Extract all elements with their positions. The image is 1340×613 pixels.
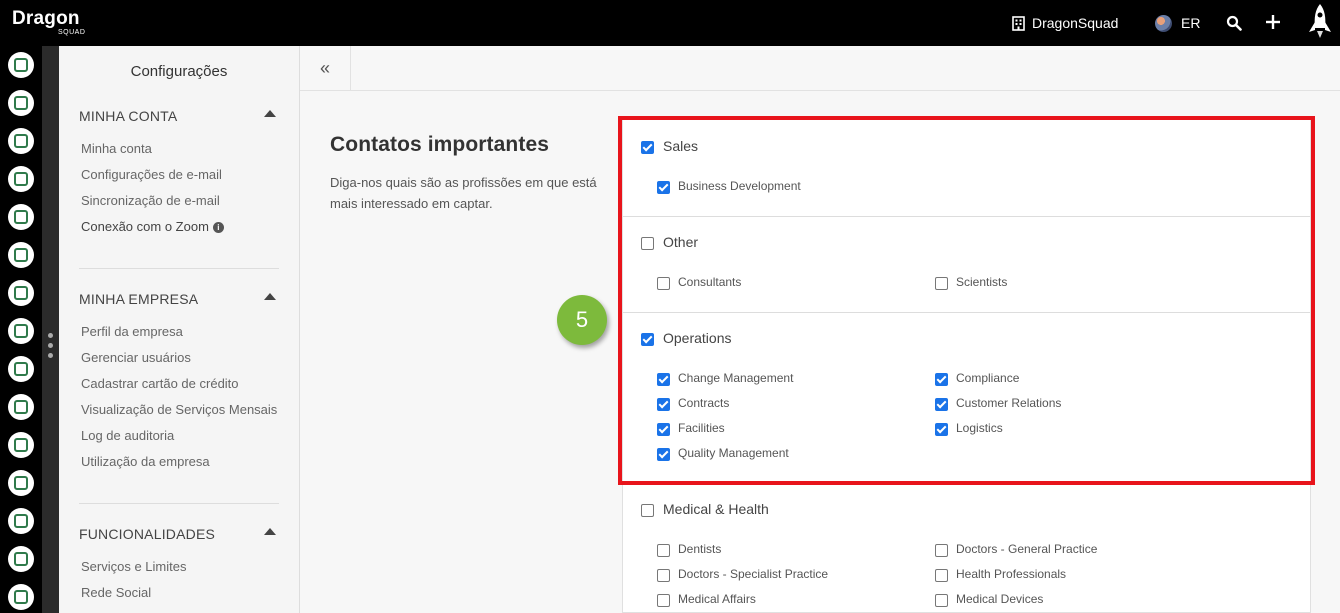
support-icon[interactable] [8,584,34,610]
sidebar-link-company-usage[interactable]: Utilização da empresa [81,454,210,469]
sidebar-link-credit-card[interactable]: Cadastrar cartão de crédito [81,376,239,391]
item-label-doctors-general-practice: Doctors - General Practice [956,542,1098,556]
inbox-icon[interactable] [8,90,34,116]
tv-icon[interactable] [8,394,34,420]
sidebar-link-services-limits[interactable]: Serviços e Limites [81,559,186,574]
analytics-icon[interactable] [8,546,34,572]
handshake-icon-glyph [14,514,28,528]
checkbox-medical-health[interactable] [641,504,654,517]
thumbs-up-icon-glyph [14,362,28,376]
item-label-dentists: Dentists [678,542,722,556]
logo-text: Dragon [12,8,80,29]
checkbox-doctors-specialist-practice[interactable] [657,569,670,582]
sidebar-link-minha-conta[interactable]: Minha conta [81,141,152,156]
settings-sidebar: Configurações MINHA CONTA Minha conta Co… [59,46,300,613]
building-icon [1012,15,1025,31]
contacts-icon-glyph [14,58,28,72]
sidebar-link-zoom[interactable]: Conexão com o Zoom i [81,219,224,234]
section-heading-minha-empresa[interactable]: MINHA EMPRESA [79,291,198,307]
page-description: Diga-nos quais são as profissões em que … [330,175,597,211]
checkbox-medical-affairs[interactable] [657,594,670,607]
search-icon[interactable] [1226,15,1242,31]
user-menu[interactable]: ER [1155,13,1200,33]
settings-title: Configurações [130,63,228,80]
megaphone-icon[interactable] [8,280,34,306]
dragonsquad-logo[interactable]: Dragon SQUAD [12,8,92,38]
collapse-caret-icon[interactable] [264,110,276,117]
info-icon: i [212,222,224,233]
pipeline-icon-glyph [14,210,28,224]
checkbox-dentists[interactable] [657,544,670,557]
section-divider [79,503,279,504]
gallery-icon-glyph [14,438,28,452]
handshake-icon[interactable] [8,508,34,534]
company-name: DragonSquad [1032,15,1119,31]
megaphone-icon-glyph [14,286,28,300]
item-label-doctors-specialist-practice: Doctors - Specialist Practice [678,567,829,581]
chat-icon[interactable] [8,318,34,344]
double-chevron-left-icon: « [319,58,330,78]
rocket-icon[interactable] [1304,2,1336,42]
support-icon-glyph [14,590,28,604]
item-label-medical-devices: Medical Devices [956,592,1044,606]
checkbox-medical-devices[interactable] [935,594,948,607]
sidebar-link-zoom-label: Conexão com o Zoom [81,219,209,234]
item-label-medical-affairs: Medical Affairs [678,592,756,606]
tv-icon-glyph [14,400,28,414]
collapse-sidebar-button[interactable]: « [300,46,351,91]
collapse-caret-icon[interactable] [264,528,276,535]
calendar-icon[interactable] [8,470,34,496]
map-icon-glyph [14,172,28,186]
section-heading-funcionalidades[interactable]: FUNCIONALIDADES [79,526,215,542]
contacts-icon[interactable] [8,52,34,78]
clipboard-icon[interactable] [8,128,34,154]
company-switcher[interactable]: DragonSquad [1012,14,1118,32]
resize-handle-dot[interactable] [48,353,53,358]
user-initials: ER [1181,15,1201,31]
rail-divider [42,46,59,613]
list-icon-glyph [14,248,28,262]
item-label-health-professionals: Health Professionals [956,567,1067,581]
gallery-icon[interactable] [8,432,34,458]
sidebar-link-email-settings[interactable]: Configurações de e-mail [81,167,222,182]
pipeline-icon[interactable] [8,204,34,230]
step-badge: 5 [557,295,607,345]
sidebar-link-company-profile[interactable]: Perfil da empresa [81,324,183,339]
sidebar-link-manage-users[interactable]: Gerenciar usuários [81,350,191,365]
highlight-frame [618,116,1315,485]
sidebar-link-audit-log[interactable]: Log de auditoria [81,428,174,443]
list-icon[interactable] [8,242,34,268]
sidebar-link-social-network[interactable]: Rede Social [81,585,151,600]
analytics-icon-glyph [14,552,28,566]
section-divider [79,268,279,269]
plus-icon[interactable] [1263,12,1283,32]
clipboard-icon-glyph [14,134,28,148]
checkbox-health-professionals[interactable] [935,569,948,582]
page-title: Contatos importantes [330,133,550,156]
sidebar-link-monthly-services[interactable]: Visualização de Serviços Mensais [81,402,277,417]
map-icon[interactable] [8,166,34,192]
thumbs-up-icon[interactable] [8,356,34,382]
sidebar-link-email-sync[interactable]: Sincronização de e-mail [81,193,220,208]
group-label-medical-health: Medical & Health [663,501,769,517]
avatar [1155,14,1172,32]
chat-icon-glyph [14,324,28,338]
top-bar: Dragon SQUAD DragonSquad ER [0,0,1340,46]
logo-subtext: SQUAD [58,29,86,36]
resize-handle-dot[interactable] [48,343,53,348]
content-toolbar: « [300,46,1340,91]
checkbox-doctors-general-practice[interactable] [935,544,948,557]
calendar-icon-glyph [14,476,28,490]
inbox-icon-glyph [14,96,28,110]
section-heading-minha-conta[interactable]: MINHA CONTA [79,108,177,124]
collapse-caret-icon[interactable] [264,293,276,300]
resize-handle-dot[interactable] [48,333,53,338]
